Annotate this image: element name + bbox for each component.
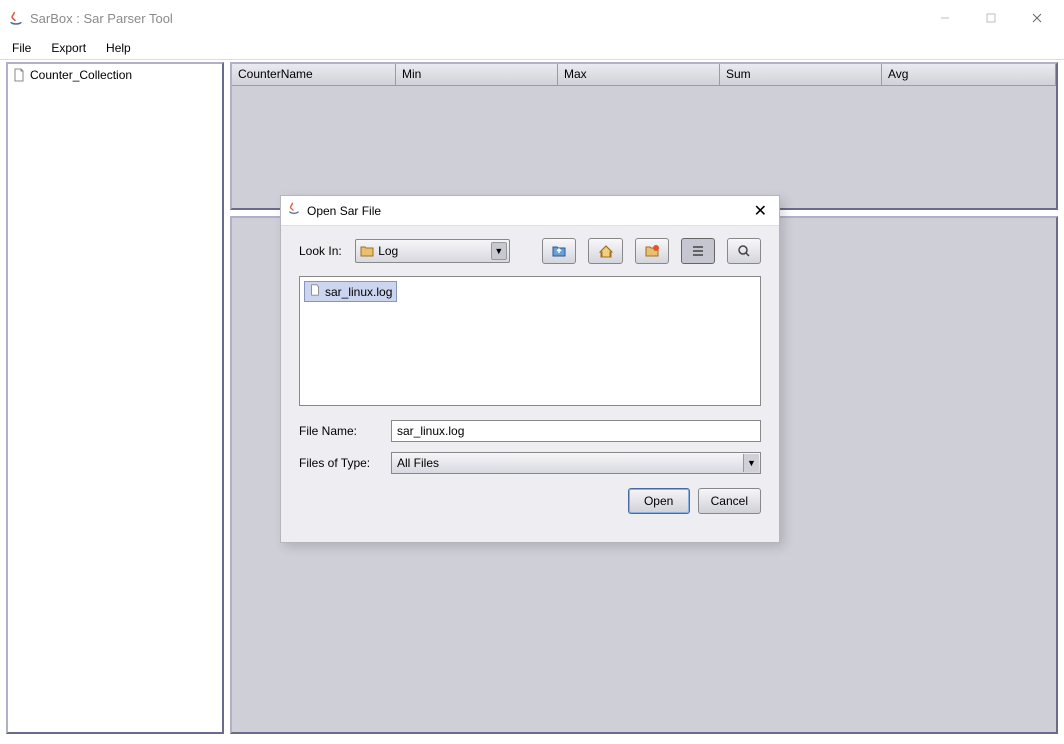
java-icon (8, 10, 24, 26)
open-button[interactable]: Open (628, 488, 690, 514)
chevron-down-icon: ▼ (743, 454, 759, 472)
dialog-close-button[interactable]: ✕ (748, 201, 773, 221)
menu-bar: File Export Help (0, 36, 1064, 60)
file-type-row: Files of Type: All Files ▼ (299, 452, 761, 474)
list-view-icon (690, 243, 706, 259)
folder-up-icon (551, 243, 567, 259)
home-button[interactable] (588, 238, 622, 264)
dialog-title: Open Sar File (307, 204, 748, 218)
file-type-label: Files of Type: (299, 456, 383, 470)
col-max[interactable]: Max (558, 64, 720, 86)
cancel-button[interactable]: Cancel (698, 488, 761, 514)
list-view-button[interactable] (681, 238, 715, 264)
window-titlebar: SarBox : Sar Parser Tool (0, 0, 1064, 36)
folder-icon (360, 245, 374, 257)
tree-panel: Counter_Collection (6, 62, 224, 734)
file-item-selected[interactable]: sar_linux.log (304, 281, 397, 302)
open-file-dialog: Open Sar File ✕ Look In: Log ▼ (280, 195, 780, 543)
file-type-value: All Files (397, 456, 439, 470)
tree-root-label: Counter_Collection (30, 68, 132, 82)
file-name-input[interactable] (391, 420, 761, 442)
window-title: SarBox : Sar Parser Tool (30, 11, 922, 26)
home-icon (598, 243, 614, 259)
new-folder-icon (644, 243, 660, 259)
look-in-row: Look In: Log ▼ (299, 238, 761, 264)
file-name: sar_linux.log (325, 285, 392, 299)
minimize-button[interactable] (922, 3, 968, 33)
menu-help[interactable]: Help (102, 39, 135, 57)
folder-up-button[interactable] (542, 238, 576, 264)
dialog-body: Look In: Log ▼ (281, 226, 779, 526)
menu-file[interactable]: File (8, 39, 35, 57)
java-icon (287, 201, 301, 220)
file-name-row: File Name: (299, 420, 761, 442)
new-folder-button[interactable] (635, 238, 669, 264)
col-min[interactable]: Min (396, 64, 558, 86)
col-avg[interactable]: Avg (882, 64, 1056, 86)
file-list[interactable]: sar_linux.log (299, 276, 761, 406)
document-icon (12, 68, 26, 82)
close-button[interactable] (1014, 3, 1060, 33)
menu-export[interactable]: Export (47, 39, 90, 57)
chevron-down-icon: ▼ (491, 242, 507, 260)
detail-view-icon (736, 243, 752, 259)
col-sum[interactable]: Sum (720, 64, 882, 86)
file-name-label: File Name: (299, 424, 383, 438)
look-in-combo[interactable]: Log ▼ (355, 239, 510, 263)
maximize-button[interactable] (968, 3, 1014, 33)
dialog-titlebar: Open Sar File ✕ (281, 196, 779, 226)
detail-view-button[interactable] (727, 238, 761, 264)
document-icon (309, 284, 321, 299)
look-in-value: Log (378, 244, 398, 258)
dialog-button-row: Open Cancel (299, 488, 761, 514)
look-in-label: Look In: (299, 244, 347, 258)
tree-root[interactable]: Counter_Collection (8, 64, 222, 86)
table-panel: CounterName Min Max Sum Avg (230, 62, 1058, 210)
table-header: CounterName Min Max Sum Avg (232, 64, 1056, 86)
col-countername[interactable]: CounterName (232, 64, 396, 86)
file-type-combo[interactable]: All Files ▼ (391, 452, 761, 474)
